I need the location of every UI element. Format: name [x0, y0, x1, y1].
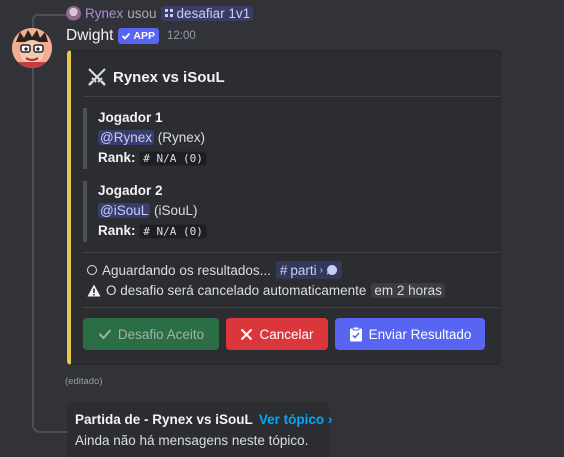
player-2-block: Jogador 2 @iSouL (iSouL) Rank: # N/A (0) — [83, 181, 207, 242]
channel-hash-icon: # — [279, 262, 288, 278]
submit-result-button[interactable]: Enviar Resultado — [335, 318, 485, 350]
accept-label: Desafio Aceito — [117, 326, 205, 342]
divider — [83, 252, 500, 253]
channel-mention[interactable]: # parti › — [275, 261, 342, 279]
app-badge-label: APP — [133, 30, 155, 42]
thread-connector — [32, 24, 68, 433]
embed-title-text: Rynex vs iSouL — [113, 68, 225, 86]
close-icon — [241, 328, 253, 340]
thread-bubble-icon — [327, 264, 338, 275]
command-name: desafiar 1v1 — [176, 5, 251, 21]
player-1-block: Jogador 1 @Rynex (Rynex) Rank: # N/A (0) — [83, 108, 207, 169]
slash-command-icon — [164, 9, 173, 17]
channel-name: parti — [290, 262, 317, 278]
timestamp[interactable]: 12:00 — [167, 30, 196, 42]
reply-username[interactable]: Rynex — [85, 6, 123, 21]
reply-context[interactable]: Rynex usou desafiar 1v1 — [66, 4, 254, 22]
player-1-mention[interactable]: @Rynex — [98, 130, 154, 145]
embed-title: Rynex vs iSouL — [87, 67, 225, 87]
thread-preview[interactable]: Partida de - Rynex vs iSouL Ver tópico › … — [67, 402, 332, 457]
player-2-rank-label: Rank: — [98, 223, 136, 238]
reply-avatar[interactable] — [66, 5, 81, 21]
player-2-name: (iSouL) — [154, 203, 198, 218]
avatar[interactable] — [12, 28, 52, 68]
waiting-circle-icon — [87, 265, 97, 275]
command-pill[interactable]: desafiar 1v1 — [160, 5, 254, 21]
waiting-text: Aguardando os resultados... — [102, 262, 271, 278]
player-1-name: (Rynex) — [157, 130, 206, 145]
player-1-heading: Jogador 1 — [98, 110, 163, 125]
reply-action: usou — [127, 5, 157, 21]
message-header: Dwight APP 12:00 — [66, 26, 196, 46]
divider — [83, 96, 500, 97]
thread-title-row: Partida de - Rynex vs iSouL Ver tópico › — [75, 412, 332, 427]
warning-icon — [87, 284, 101, 296]
waiting-status: Aguardando os resultados... # parti › — [87, 260, 342, 280]
divider — [83, 307, 500, 308]
player-2-heading: Jogador 2 — [98, 183, 163, 198]
checkmark-icon — [98, 329, 112, 340]
accept-challenge-button[interactable]: Desafio Aceito — [83, 318, 219, 350]
challenge-embed: Rynex vs iSouL Jogador 1 @Rynex (Rynex) … — [67, 50, 501, 365]
clipboard-icon — [349, 326, 362, 342]
player-2-rank: # N/A (0) — [139, 224, 207, 239]
view-thread-link[interactable]: Ver tópico › — [259, 412, 333, 427]
crossed-swords-icon — [88, 68, 106, 86]
thread-empty-message: Ainda não há mensagens neste tópico. — [75, 433, 309, 448]
author-name[interactable]: Dwight — [66, 27, 113, 45]
player-1-rank-label: Rank: — [98, 150, 136, 165]
chevron-right-icon: › — [319, 264, 323, 276]
warning-time: em 2 horas — [371, 282, 445, 298]
cancel-button[interactable]: Cancelar — [226, 318, 328, 350]
warning-text: O desafio será cancelado automaticamente — [106, 282, 367, 298]
player-2-mention[interactable]: @iSouL — [98, 203, 151, 218]
cancel-warning: O desafio será cancelado automaticamente… — [87, 280, 445, 300]
verified-check-icon — [122, 32, 131, 40]
app-badge: APP — [118, 28, 159, 44]
edited-indicator: (editado) — [65, 376, 103, 387]
player-1-rank: # N/A (0) — [139, 151, 207, 166]
submit-label: Enviar Resultado — [368, 326, 472, 342]
thread-title[interactable]: Partida de - Rynex vs iSouL — [75, 412, 253, 427]
cancel-label: Cancelar — [259, 326, 314, 342]
